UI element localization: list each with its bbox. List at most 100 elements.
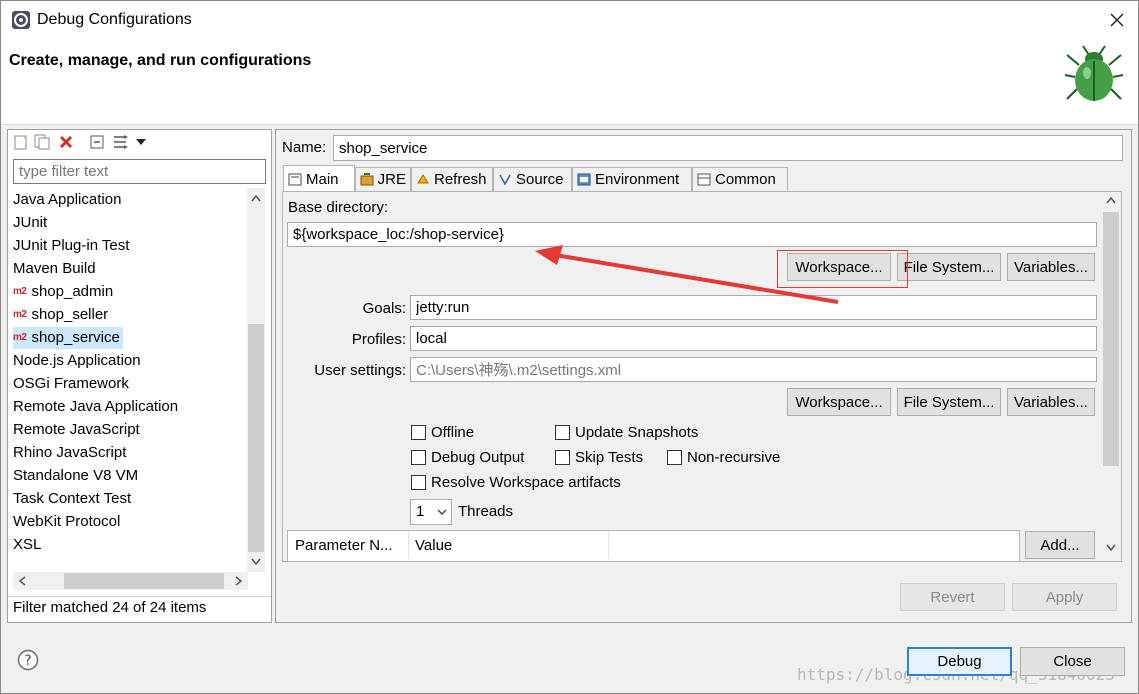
checkbox-box[interactable] bbox=[411, 475, 426, 490]
checkbox-box[interactable] bbox=[411, 450, 426, 465]
banner-title: Create, manage, and run configurations bbox=[9, 52, 312, 69]
non-recursive-checkbox[interactable]: Non-recursive bbox=[667, 449, 780, 466]
checkbox-box[interactable] bbox=[555, 450, 570, 465]
tree-item[interactable]: Rhino JavaScript bbox=[13, 442, 126, 464]
tab-jre[interactable]: JRE bbox=[355, 167, 411, 191]
checkbox-box[interactable] bbox=[555, 425, 570, 440]
resolve-workspace-checkbox[interactable]: Resolve Workspace artifacts bbox=[411, 474, 621, 491]
dialog-window: Debug Configurations Create, manage, and… bbox=[0, 0, 1139, 694]
parameters-table: Parameter N... Value bbox=[287, 530, 1020, 561]
checkbox-box[interactable] bbox=[667, 450, 682, 465]
tab-main[interactable]: Main bbox=[283, 165, 355, 192]
scroll-right-icon[interactable] bbox=[235, 576, 243, 586]
skip-tests-checkbox[interactable]: Skip Tests bbox=[555, 449, 643, 466]
tree-item[interactable]: m2 shop_admin bbox=[13, 281, 113, 303]
chevron-down-icon[interactable] bbox=[437, 509, 447, 516]
filter-input[interactable] bbox=[13, 159, 266, 184]
add-parameter-button[interactable]: Add... bbox=[1025, 531, 1095, 559]
tree-item[interactable]: XSL bbox=[13, 534, 41, 556]
tree-item[interactable]: WebKit Protocol bbox=[13, 511, 120, 533]
tree-item-label: Remote Java Application bbox=[13, 398, 179, 415]
tree-item[interactable]: m2 shop_service bbox=[13, 327, 123, 349]
chevron-down-icon[interactable] bbox=[136, 139, 146, 146]
horizontal-scroll-thumb[interactable] bbox=[64, 573, 224, 589]
tree-item[interactable]: Node.js Application bbox=[13, 350, 141, 372]
tab-source[interactable]: Source bbox=[493, 167, 572, 191]
scroll-up-icon[interactable] bbox=[1106, 196, 1116, 204]
column-header[interactable]: Parameter N... bbox=[288, 531, 409, 559]
scroll-thumb[interactable] bbox=[248, 324, 264, 552]
tree-item-label: WebKit Protocol bbox=[13, 513, 121, 530]
tree-item[interactable]: Java Application bbox=[13, 189, 121, 211]
tree-item[interactable]: JUnit Plug-in Test bbox=[13, 235, 129, 257]
base-directory-label: Base directory: bbox=[288, 199, 389, 216]
eclipse-icon bbox=[12, 11, 30, 29]
scroll-down-icon[interactable] bbox=[1106, 544, 1116, 552]
tab-refresh[interactable]: Refresh bbox=[411, 167, 493, 191]
checkbox-label: Non-recursive bbox=[687, 449, 781, 466]
offline-checkbox[interactable]: Offline bbox=[411, 424, 474, 441]
threads-label: Threads bbox=[458, 503, 514, 520]
filter-icon[interactable] bbox=[112, 134, 130, 150]
tree-item-label: Rhino JavaScript bbox=[13, 444, 127, 461]
threads-select[interactable]: 1 bbox=[410, 499, 452, 525]
column-header-label: Value bbox=[415, 537, 453, 554]
bug-icon bbox=[1064, 45, 1124, 101]
close-icon[interactable] bbox=[1109, 12, 1125, 28]
settings-variables-button[interactable]: Variables... bbox=[1007, 388, 1095, 416]
base-file-system-button[interactable]: File System... bbox=[897, 253, 1001, 281]
tree-item[interactable]: Maven Build bbox=[13, 258, 96, 280]
tree-item-label: Remote JavaScript bbox=[13, 421, 140, 438]
tree-item[interactable]: Task Context Test bbox=[13, 488, 131, 510]
debug-button[interactable]: Debug bbox=[907, 647, 1012, 676]
content-vertical-scrollbar[interactable] bbox=[1101, 192, 1121, 561]
profiles-input[interactable] bbox=[410, 326, 1097, 351]
delete-icon[interactable] bbox=[58, 134, 74, 150]
checkbox-label: Resolve Workspace artifacts bbox=[431, 474, 621, 491]
tree-horizontal-scrollbar[interactable] bbox=[13, 572, 248, 590]
tree-item-label: Maven Build bbox=[13, 260, 96, 277]
base-variables-button[interactable]: Variables... bbox=[1007, 253, 1095, 281]
scroll-thumb[interactable] bbox=[1103, 212, 1119, 466]
name-input[interactable] bbox=[333, 135, 1123, 161]
tree-item-label: Task Context Test bbox=[13, 490, 132, 507]
tree-vertical-scrollbar[interactable] bbox=[247, 188, 265, 572]
maven-m2-icon: m2 bbox=[13, 309, 27, 320]
revert-button[interactable]: Revert bbox=[900, 583, 1005, 611]
column-header[interactable]: Value bbox=[409, 531, 609, 559]
help-icon[interactable]: ? bbox=[17, 649, 39, 671]
tab-environment[interactable]: Environment bbox=[572, 167, 692, 191]
tree-item[interactable]: Standalone V8 VM bbox=[13, 465, 138, 487]
settings-file-system-button[interactable]: File System... bbox=[897, 388, 1001, 416]
duplicate-icon[interactable] bbox=[34, 134, 50, 150]
scroll-up-icon[interactable] bbox=[251, 194, 261, 202]
tree-item-label: shop_service bbox=[31, 329, 120, 346]
apply-button[interactable]: Apply bbox=[1012, 583, 1117, 611]
new-configuration-icon[interactable] bbox=[14, 134, 28, 150]
tree-item-label: shop_seller bbox=[31, 306, 109, 323]
source-icon bbox=[499, 174, 511, 186]
checkbox-box[interactable] bbox=[411, 425, 426, 440]
goals-label: Goals: bbox=[362, 300, 406, 317]
settings-workspace-button[interactable]: Workspace... bbox=[787, 388, 891, 416]
debug-output-checkbox[interactable]: Debug Output bbox=[411, 449, 524, 466]
close-button[interactable]: Close bbox=[1020, 647, 1125, 676]
tree-item[interactable]: OSGi Framework bbox=[13, 373, 129, 395]
checkbox-label: Update Snapshots bbox=[575, 424, 699, 441]
user-settings-input[interactable] bbox=[410, 357, 1097, 382]
tab-label: Main bbox=[306, 170, 339, 188]
collapse-all-icon[interactable] bbox=[90, 134, 106, 150]
update-snapshots-checkbox[interactable]: Update Snapshots bbox=[555, 424, 698, 441]
tree-item[interactable]: Remote JavaScript bbox=[13, 419, 140, 441]
tab-label: JRE bbox=[377, 171, 406, 188]
tree-item[interactable]: Remote Java Application bbox=[13, 396, 178, 418]
tree-item[interactable]: JUnit bbox=[13, 212, 47, 234]
tree-item[interactable]: m2 shop_seller bbox=[13, 304, 108, 326]
profiles-label: Profiles: bbox=[351, 331, 406, 348]
tab-label: Environment bbox=[595, 171, 680, 188]
header-banner: Create, manage, and run configurations bbox=[1, 39, 1138, 125]
scroll-down-icon[interactable] bbox=[251, 558, 261, 566]
tab-common[interactable]: Common bbox=[692, 167, 788, 191]
scroll-left-icon[interactable] bbox=[18, 576, 26, 586]
tab-label: Common bbox=[715, 171, 776, 188]
